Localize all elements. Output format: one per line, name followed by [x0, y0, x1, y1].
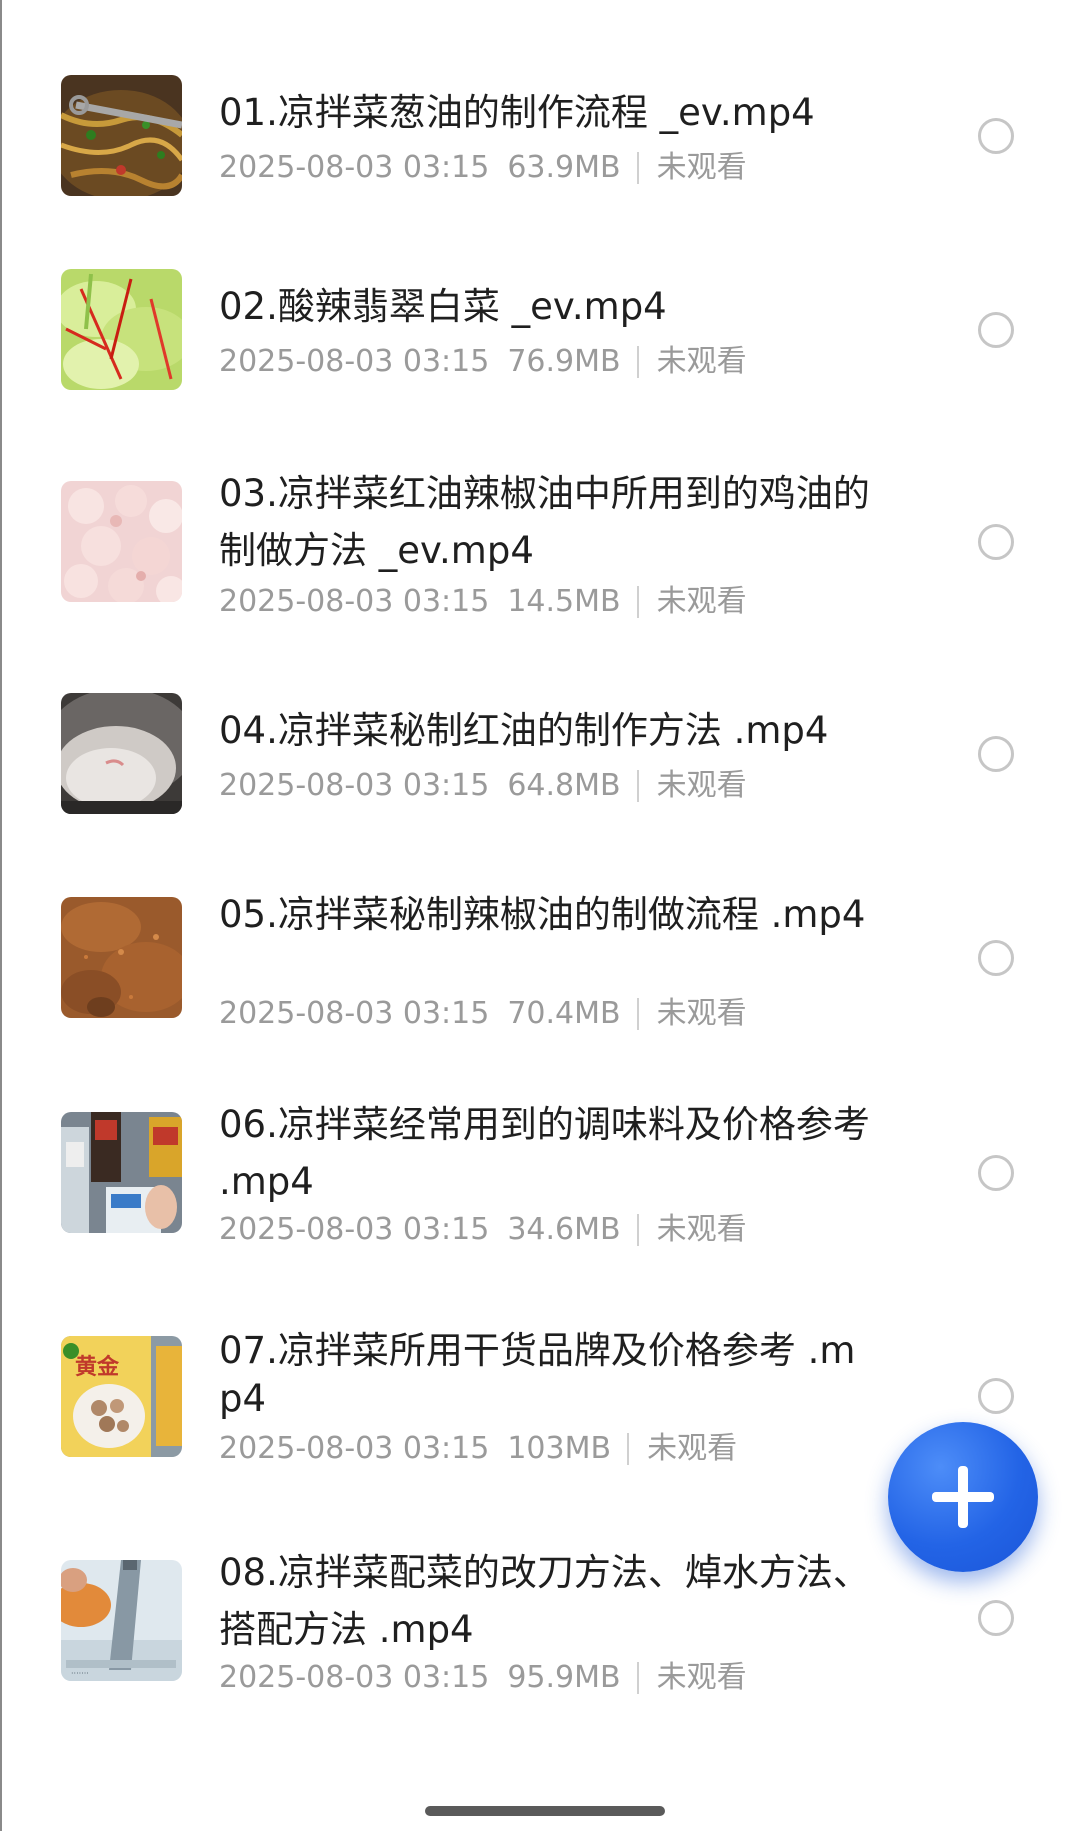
- watch-status: 未观看: [656, 150, 747, 185]
- file-date: 2025-08-03 03:15: [219, 150, 490, 185]
- meta-divider: [636, 770, 639, 802]
- watch-status: 未观看: [656, 1660, 747, 1695]
- watch-status: 未观看: [656, 768, 747, 803]
- select-radio[interactable]: [978, 940, 1014, 976]
- svg-text:黄金: 黄金: [75, 1354, 120, 1380]
- select-radio[interactable]: [978, 736, 1014, 772]
- watch-status: 未观看: [656, 996, 747, 1031]
- watch-status: 未观看: [647, 1431, 738, 1466]
- file-size: 34.6MB: [507, 1212, 621, 1247]
- meta-divider: [636, 152, 639, 184]
- select-radio[interactable]: [978, 1378, 1014, 1414]
- file-title: 04.凉拌菜秘制红油的制作方法 .mp4: [219, 709, 829, 752]
- meta-divider: [636, 1214, 639, 1246]
- file-title: 02.酸辣翡翠白菜 _ev.mp4: [219, 285, 667, 328]
- select-radio[interactable]: [978, 118, 1014, 154]
- file-date: 2025-08-03 03:15: [219, 996, 490, 1031]
- meta-divider: [636, 1662, 639, 1694]
- select-radio[interactable]: [978, 312, 1014, 348]
- watch-status: 未观看: [656, 1212, 747, 1247]
- file-meta: 2025-08-03 03:15 103MB 未观看: [219, 1429, 737, 1469]
- select-radio[interactable]: [978, 524, 1014, 560]
- thumbnail-dry-goods-icon: 黄金: [61, 1336, 182, 1457]
- file-date: 2025-08-03 03:15: [219, 1212, 490, 1247]
- file-date: 2025-08-03 03:15: [219, 584, 490, 619]
- select-radio[interactable]: [978, 1600, 1014, 1636]
- file-size: 63.9MB: [507, 150, 621, 185]
- add-button[interactable]: [888, 1422, 1038, 1572]
- watch-status: 未观看: [656, 584, 747, 619]
- file-title: 08.凉拌菜配菜的改刀方法、焯水方法、搭配方法 .mp4: [219, 1551, 870, 1651]
- file-date: 2025-08-03 03:15: [219, 344, 490, 379]
- thumbnail-chicken-fat-icon: [61, 481, 182, 602]
- file-title: 06.凉拌菜经常用到的调味料及价格参考 .mp4: [219, 1103, 870, 1203]
- svg-text:·······: ·······: [71, 1669, 89, 1678]
- file-date: 2025-08-03 03:15: [219, 768, 490, 803]
- file-size: 103MB: [507, 1431, 612, 1466]
- file-meta: 2025-08-03 03:15 70.4MB 未观看: [219, 994, 747, 1034]
- select-radio[interactable]: [978, 1155, 1014, 1191]
- thumbnail-noodles-wok-icon: [61, 75, 182, 196]
- file-date: 2025-08-03 03:15: [219, 1660, 490, 1695]
- file-meta: 2025-08-03 03:15 63.9MB 未观看: [219, 148, 747, 188]
- file-title: 07.凉拌菜所用干货品牌及价格参考 .mp4: [219, 1329, 856, 1420]
- file-title: 05.凉拌菜秘制辣椒油的制做流程 .mp4: [219, 893, 866, 936]
- file-size: 64.8MB: [507, 768, 621, 803]
- file-meta: 2025-08-03 03:15 14.5MB 未观看: [219, 582, 747, 622]
- thumbnail-cabbage-salad-icon: [61, 269, 182, 390]
- file-meta: 2025-08-03 03:15 95.9MB 未观看: [219, 1658, 747, 1698]
- window-edge: [0, 0, 2, 1831]
- file-title: 01.凉拌菜葱油的制作流程 _ev.mp4: [219, 91, 815, 134]
- thumbnail-chili-oil-icon: [61, 897, 182, 1018]
- file-size: 95.9MB: [507, 1660, 621, 1695]
- file-size: 70.4MB: [507, 996, 621, 1031]
- file-title: 03.凉拌菜红油辣椒油中所用到的鸡油的制做方法 _ev.mp4: [219, 472, 870, 572]
- home-indicator[interactable]: [425, 1806, 665, 1816]
- meta-divider: [636, 346, 639, 378]
- file-size: 14.5MB: [507, 584, 621, 619]
- file-date: 2025-08-03 03:15: [219, 1431, 490, 1466]
- file-meta: 2025-08-03 03:15 76.9MB 未观看: [219, 342, 747, 382]
- thumbnail-seasonings-icon: [61, 1112, 182, 1233]
- file-meta: 2025-08-03 03:15 64.8MB 未观看: [219, 766, 747, 806]
- thumbnail-cutting-carrot-icon: ·······: [61, 1560, 182, 1681]
- file-meta: 2025-08-03 03:15 34.6MB 未观看: [219, 1210, 747, 1250]
- meta-divider: [636, 998, 639, 1030]
- meta-divider: [636, 586, 639, 618]
- meta-divider: [627, 1433, 630, 1465]
- watch-status: 未观看: [656, 344, 747, 379]
- file-size: 76.9MB: [507, 344, 621, 379]
- thumbnail-red-oil-pot-icon: [61, 693, 182, 814]
- plus-icon: [932, 1466, 994, 1528]
